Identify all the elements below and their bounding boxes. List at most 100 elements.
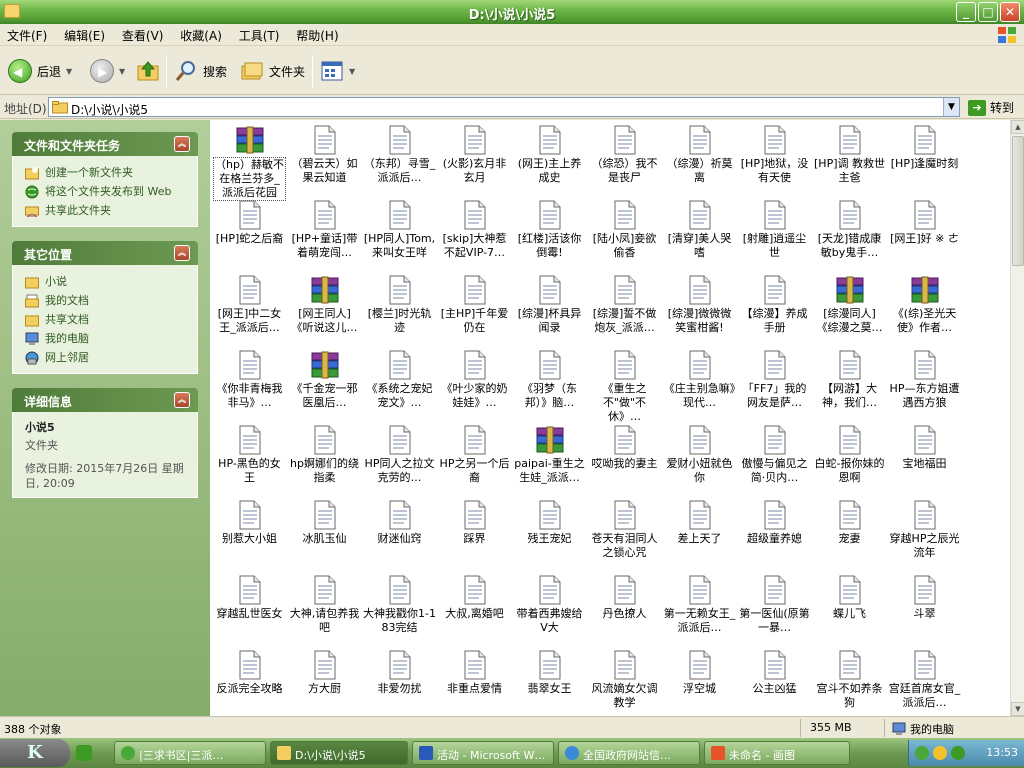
file-item[interactable]: 非重点爱情: [437, 647, 512, 716]
taskbar-item-paint[interactable]: 未命名 - 画图: [704, 741, 850, 765]
file-item[interactable]: [陆小凤]妾欲偷香: [587, 197, 662, 272]
place-novels[interactable]: 小说: [25, 272, 187, 291]
file-item[interactable]: 《羽梦（东邦）》脑…: [512, 347, 587, 422]
menu-view[interactable]: 查看(V): [115, 24, 170, 44]
file-item[interactable]: [主HP]千年爱仍在: [437, 272, 512, 347]
tray-icon[interactable]: [933, 746, 947, 760]
file-item[interactable]: 宠妻: [812, 497, 887, 572]
file-item[interactable]: [HP]地狱，没有天使: [737, 122, 812, 197]
taskbar-item-ie[interactable]: 全国政府网站信…: [558, 741, 700, 765]
file-item[interactable]: 【综漫】养成手册: [737, 272, 812, 347]
minimize-button[interactable]: _: [956, 2, 976, 22]
file-item[interactable]: 《系统之宠妃宠文》…: [362, 347, 437, 422]
file-item[interactable]: 宫斗不如养条狗: [812, 647, 887, 716]
file-item[interactable]: 大神,请包养我吧: [287, 572, 362, 647]
file-item[interactable]: HP—东方姐遭遇西方狼: [887, 347, 962, 422]
file-item[interactable]: 《你非青梅我非马》…: [212, 347, 287, 422]
task-share-folder[interactable]: 共享此文件夹: [25, 201, 187, 220]
file-item[interactable]: hp婀娜们的绕指柔: [287, 422, 362, 497]
file-item[interactable]: 大神我戳你1-183完结: [362, 572, 437, 647]
panel-header[interactable]: 详细信息 ︽: [12, 388, 198, 412]
maximize-button[interactable]: □: [978, 2, 998, 22]
panel-header[interactable]: 文件和文件夹任务 ︽: [12, 132, 198, 156]
file-item[interactable]: 《(综)圣光天使》作者…: [887, 272, 962, 347]
go-button[interactable]: ➔ 转到: [968, 99, 1014, 116]
file-item[interactable]: 别惹大小姐: [212, 497, 287, 572]
menu-help[interactable]: 帮助(H): [289, 24, 344, 44]
file-item[interactable]: [综漫]杯具异闻录: [512, 272, 587, 347]
file-item[interactable]: (火影)玄月非玄月: [437, 122, 512, 197]
chevron-down-icon[interactable]: ▼: [66, 67, 72, 76]
quick-launch-icon[interactable]: [76, 745, 92, 761]
file-item[interactable]: 翡翠女王: [512, 647, 587, 716]
file-item[interactable]: （hp）赫敏不在格兰芬多_派派后花园: [212, 122, 287, 201]
file-item[interactable]: 第一无赖女王_派派后…: [662, 572, 737, 647]
file-item[interactable]: 冰肌玉仙: [287, 497, 362, 572]
file-item[interactable]: [HP]逢魔时刻: [887, 122, 962, 197]
file-item[interactable]: [综漫同人]《综漫之莫…: [812, 272, 887, 347]
file-item[interactable]: 傲慢与偏见之简·贝内…: [737, 422, 812, 497]
file-item[interactable]: [清穿]美人哭嗜: [662, 197, 737, 272]
file-item[interactable]: 爱财小妞就色你: [662, 422, 737, 497]
file-item[interactable]: 宫廷首席女官_派派后…: [887, 647, 962, 716]
file-item[interactable]: [网王]好 ※ ㄜ: [887, 197, 962, 272]
file-item[interactable]: （东邦）寻雪_派派后…: [362, 122, 437, 197]
file-item[interactable]: [skip]大神惹不起VIP-7…: [437, 197, 512, 272]
file-item[interactable]: 反派完全攻略: [212, 647, 287, 716]
file-item[interactable]: 穿越HP之辰光流年: [887, 497, 962, 572]
start-button[interactable]: K: [0, 739, 70, 767]
file-item[interactable]: 带着西弗嫂给V大: [512, 572, 587, 647]
file-item[interactable]: 浮空城: [662, 647, 737, 716]
menu-favorites[interactable]: 收藏(A): [173, 24, 228, 44]
file-item[interactable]: 穿越乱世医女: [212, 572, 287, 647]
file-item[interactable]: [樱兰]时光轨迹: [362, 272, 437, 347]
file-item[interactable]: [网王同人]《听说这儿…: [287, 272, 362, 347]
collapse-icon[interactable]: ︽: [174, 136, 190, 152]
file-item[interactable]: 风流嫡女欠调教学: [587, 647, 662, 716]
file-item[interactable]: （综漫）祈莫离: [662, 122, 737, 197]
file-item[interactable]: [HP]调 教救世主爸: [812, 122, 887, 197]
file-item[interactable]: (网王)主上养成史: [512, 122, 587, 197]
file-list[interactable]: （hp）赫敏不在格兰芬多_派派后花园 （碧云天）如果云知道 （东邦）寻雪_派派后…(…: [210, 120, 1010, 716]
scroll-thumb[interactable]: [1012, 136, 1024, 266]
collapse-icon[interactable]: ︽: [174, 245, 190, 261]
address-input[interactable]: D:\小说\小说5 ▼: [48, 97, 960, 117]
file-item[interactable]: 哎呦我的妻主: [587, 422, 662, 497]
file-item[interactable]: 大叔,离婚吧: [437, 572, 512, 647]
file-item[interactable]: 差上天了: [662, 497, 737, 572]
file-item[interactable]: [综漫]微微微笑蜜柑酱!: [662, 272, 737, 347]
file-item[interactable]: HP-黑色的女王: [212, 422, 287, 497]
taskbar-item-explorer[interactable]: D:\小说\小说5: [270, 741, 408, 765]
file-item[interactable]: 斗翠: [887, 572, 962, 647]
file-item[interactable]: 财迷仙窍: [362, 497, 437, 572]
file-item[interactable]: [网王]中二女王_派派后…: [212, 272, 287, 347]
search-button[interactable]: 搜索: [174, 57, 227, 85]
file-item[interactable]: 白蛇-报你妹的恩啊: [812, 422, 887, 497]
file-item[interactable]: 残王宠妃: [512, 497, 587, 572]
task-new-folder[interactable]: 创建一个新文件夹: [25, 163, 187, 182]
file-item[interactable]: [天龙]错成康敏by鬼手…: [812, 197, 887, 272]
file-item[interactable]: 《庄主别急嘛》现代…: [662, 347, 737, 422]
security-shield-icon[interactable]: [951, 746, 965, 760]
file-item[interactable]: 丹色撩人: [587, 572, 662, 647]
up-folder-button[interactable]: [136, 57, 160, 85]
file-item[interactable]: （综恐）我不是丧尸: [587, 122, 662, 197]
file-item[interactable]: [HP+童话]带着萌宠闯…: [287, 197, 362, 272]
menu-file[interactable]: 文件(F): [0, 24, 53, 44]
clock[interactable]: 13:53: [986, 746, 1018, 759]
file-item[interactable]: [HP]蛇之后裔: [212, 197, 287, 272]
taskbar-item-browser[interactable]: |三求书区|三派…: [114, 741, 266, 765]
file-item[interactable]: HP同人之拉文克劳的…: [362, 422, 437, 497]
vertical-scrollbar[interactable]: ▲ ▼: [1010, 120, 1024, 716]
place-my-documents[interactable]: 我的文档: [25, 291, 187, 310]
chevron-down-icon[interactable]: ▼: [119, 67, 125, 76]
scroll-down-button[interactable]: ▼: [1011, 702, 1024, 716]
menu-tools[interactable]: 工具(T): [232, 24, 286, 44]
close-button[interactable]: ✕: [1000, 2, 1020, 22]
file-item[interactable]: 《叶少家的奶娃娃》…: [437, 347, 512, 422]
file-item[interactable]: paipai-重生之生娃_派派…: [512, 422, 587, 497]
views-button[interactable]: ▼: [320, 57, 355, 85]
file-item[interactable]: [综漫]誓不做炮灰_派派…: [587, 272, 662, 347]
forward-button[interactable]: ▶ ▼: [90, 57, 125, 85]
back-button[interactable]: ◀ 后退 ▼: [8, 57, 72, 85]
